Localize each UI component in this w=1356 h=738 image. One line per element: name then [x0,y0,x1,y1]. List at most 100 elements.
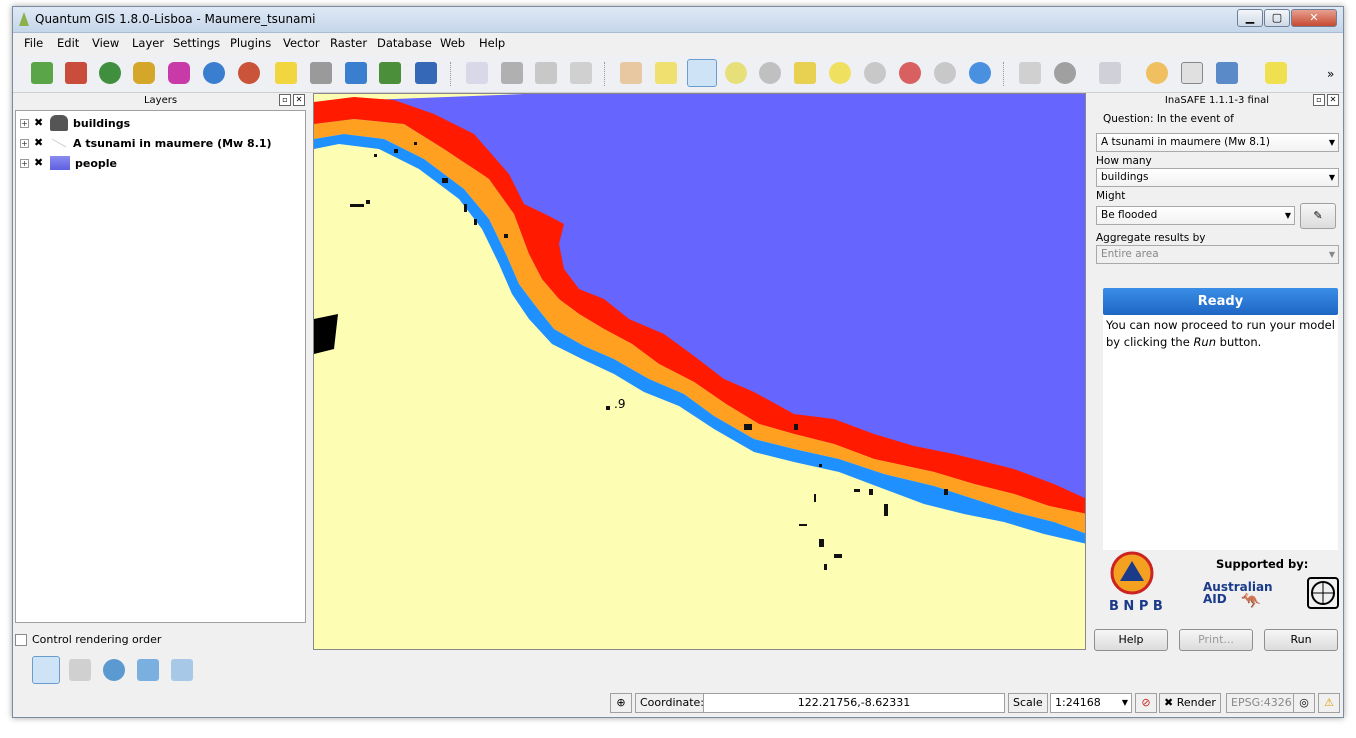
add-delimited-icon[interactable] [379,62,401,84]
deselect-icon[interactable] [1146,62,1168,84]
kangaroo-icon: 🦘 [1241,591,1261,610]
measure-icon[interactable] [1216,62,1238,84]
browser-icon[interactable] [137,659,159,681]
map-canvas[interactable]: .9 [313,93,1086,650]
render-checkbox[interactable]: ✖ [1164,696,1173,709]
log-icon[interactable] [171,659,193,681]
close-panel-button[interactable]: ✕ [1327,94,1339,106]
print-button[interactable]: Print... [1179,629,1253,651]
zoom-layer-icon[interactable] [864,62,886,84]
crs-button[interactable]: EPSG:4326 [1226,693,1297,713]
layer-visibility-checkbox[interactable]: ✖ [34,137,45,149]
help-button[interactable]: Help [1094,629,1168,651]
exposure-value: buildings [1101,171,1149,183]
add-vector-icon[interactable] [99,62,121,84]
status-message: You can now proceed to run your model by… [1103,315,1338,550]
layers-panel: Layers ▫ ✕ + ✖ buildings + ✖ A tsunami i… [14,93,307,625]
warning-icon[interactable]: ⚠ [1318,693,1340,713]
coordinate-field[interactable]: 122.21756,-8.62331 [703,693,1005,713]
zoom-actual-icon[interactable] [759,62,781,84]
control-rendering-order[interactable]: Control rendering order [15,633,161,646]
remove-layer-icon[interactable] [310,62,332,84]
menu-view[interactable]: View [92,36,119,50]
pan-to-selection-icon[interactable] [655,62,677,84]
refresh-icon[interactable] [969,62,991,84]
zoom-full-icon[interactable] [794,62,816,84]
menu-raster[interactable]: Raster [330,36,367,50]
menu-settings[interactable]: Settings [173,36,220,50]
move-label-icon[interactable] [501,62,523,84]
zoom-selection-icon[interactable] [829,62,851,84]
zoom-next-icon[interactable] [934,62,956,84]
change-label-icon[interactable] [570,62,592,84]
rotate-label-icon[interactable] [535,62,557,84]
australian-aid-logo: Australian AID [1203,581,1273,605]
pan-icon[interactable] [620,62,642,84]
identify-icon[interactable] [1019,62,1041,84]
expand-icon[interactable]: + [20,118,29,128]
open-raster-icon[interactable] [65,62,87,84]
polygon-layer-icon [50,115,68,131]
toolbar-overflow-icon[interactable]: » [1327,67,1334,81]
stop-render-icon[interactable]: ⊘ [1135,693,1157,713]
function-combo[interactable]: Be flooded ▼ [1096,206,1295,225]
menu-file[interactable]: File [24,36,43,50]
menu-web[interactable]: Web [440,36,465,50]
close-button[interactable]: ✕ [1291,9,1337,27]
new-project-icon[interactable] [31,62,53,84]
layer-item[interactable]: + ✖ A tsunami in maumere (Mw 8.1) [20,134,272,152]
render-toggle[interactable]: ✖ Render [1159,693,1221,713]
menu-vector[interactable]: Vector [283,36,320,50]
save-icon[interactable] [345,62,367,84]
aggregate-combo[interactable]: Entire area ▼ [1096,245,1339,264]
attribute-table-icon[interactable] [1181,62,1203,84]
action-icon[interactable] [1054,62,1076,84]
crs-icon[interactable]: ◎ [1293,693,1315,713]
maximize-button[interactable]: ▢ [1264,9,1290,27]
menu-help[interactable]: Help [479,36,505,50]
scale-label: Scale [1008,693,1048,713]
window-title: Quantum GIS 1.8.0-Lisboa - Maumere_tsuna… [35,12,316,26]
expand-icon[interactable]: + [20,138,29,148]
hazard-combo[interactable]: A tsunami in maumere (Mw 8.1) ▼ [1096,133,1339,152]
layer-visibility-checkbox[interactable]: ✖ [34,117,45,129]
minimize-button[interactable]: ▁ [1237,9,1263,27]
close-panel-button[interactable]: ✕ [293,94,305,106]
toolbar-separator [450,62,452,86]
expand-icon[interactable]: + [20,158,29,168]
layer-visibility-checkbox[interactable]: ✖ [34,157,45,169]
menu-database[interactable]: Database [377,36,432,50]
overview-icon[interactable] [103,659,125,681]
layer-item[interactable]: + ✖ buildings [20,114,130,132]
layer-label: buildings [73,116,131,130]
inasafe-dock: InaSAFE 1.1.1-3 final ▫ ✕ Question: In t… [1093,93,1341,651]
scale-combo[interactable]: 1:24168 ▼ [1050,693,1132,713]
float-panel-button[interactable]: ▫ [279,94,291,106]
tile-scale-icon[interactable] [32,656,60,684]
run-button[interactable]: Run [1264,629,1338,651]
label-icon[interactable] [466,62,488,84]
edit-function-button[interactable]: ✎ [1300,203,1336,229]
toggle-extents-icon[interactable]: ⊕ [610,693,632,713]
float-panel-button[interactable]: ▫ [1313,94,1325,106]
zoom-last-icon[interactable] [899,62,921,84]
add-wfs-icon[interactable] [238,62,260,84]
zoom-in-icon[interactable] [687,59,717,87]
gps-icon[interactable] [69,659,91,681]
select-icon[interactable] [1099,62,1121,84]
tsunami-map: .9 [314,94,1085,649]
zoom-out-icon[interactable] [725,62,747,84]
python-icon[interactable] [415,62,437,84]
new-layer-icon[interactable] [275,62,297,84]
menu-layer[interactable]: Layer [132,36,164,50]
menu-plugins[interactable]: Plugins [230,36,271,50]
add-wms-icon[interactable] [203,62,225,84]
exposure-combo[interactable]: buildings ▼ [1096,168,1339,187]
chevron-down-icon: ▼ [1328,173,1335,182]
menu-edit[interactable]: Edit [57,36,79,50]
add-spatialite-icon[interactable] [168,62,190,84]
control-rendering-checkbox[interactable] [15,633,27,646]
add-postgis-icon[interactable] [133,62,155,84]
annotation-icon[interactable] [1265,62,1287,84]
layer-item[interactable]: + ✖ people [20,154,117,172]
